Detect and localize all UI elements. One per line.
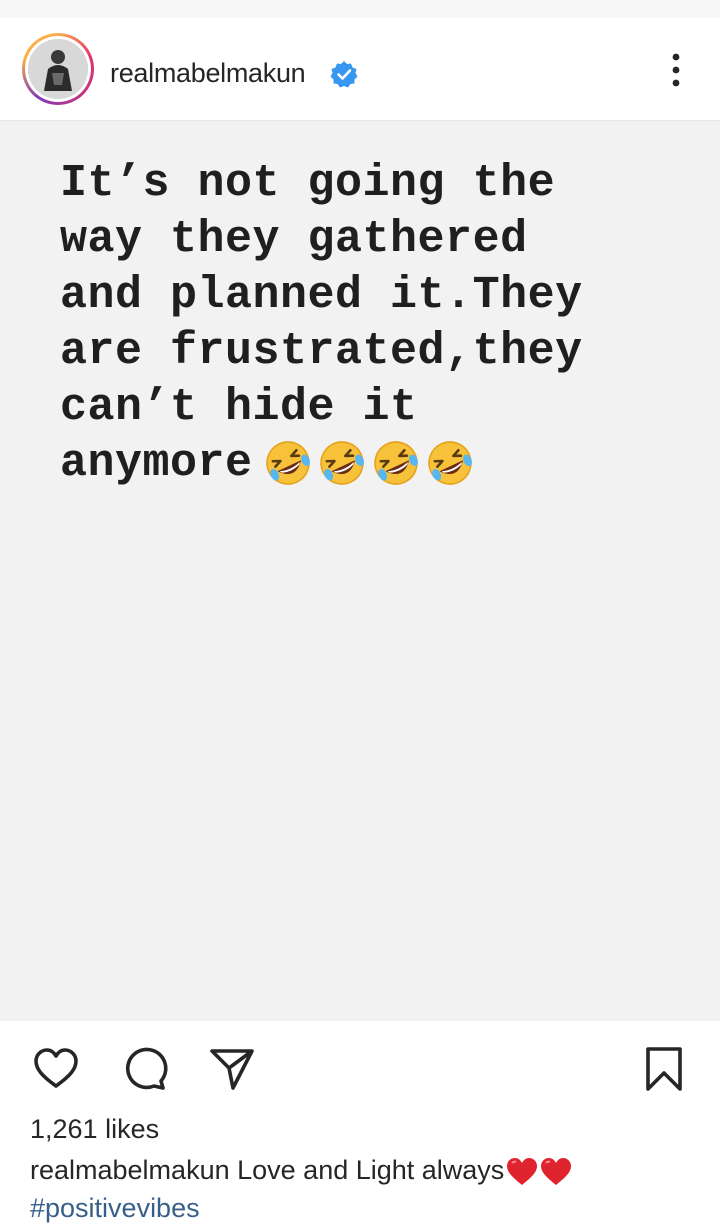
post-header: realmabelmakun xyxy=(0,18,720,121)
comment-icon[interactable] xyxy=(120,1045,168,1093)
laughing-emoji-icon xyxy=(319,441,364,485)
share-icon[interactable] xyxy=(208,1045,256,1093)
caption-text: Love and Light always xyxy=(237,1155,505,1185)
caption-username[interactable]: realmabelmakun xyxy=(30,1155,230,1185)
bookmark-icon[interactable] xyxy=(640,1045,688,1093)
hashtag-link[interactable]: #positivevibes xyxy=(30,1190,200,1226)
red-heart-emoji-icon xyxy=(507,1157,538,1185)
action-bar xyxy=(0,1021,720,1111)
post-text-line: can’t hide it xyxy=(60,382,418,433)
laughing-emoji-icon xyxy=(427,441,472,485)
caption: realmabelmakun Love and Light always xyxy=(30,1152,700,1188)
avatar[interactable] xyxy=(22,33,94,105)
post-text-line: are frustrated,they xyxy=(60,326,583,377)
laughing-emoji-icon xyxy=(265,441,310,485)
heart-icon[interactable] xyxy=(32,1045,80,1093)
post-text-line: and planned it.They xyxy=(60,270,583,321)
red-heart-emoji-icon xyxy=(541,1157,572,1185)
like-count[interactable]: 1,261 likes xyxy=(30,1112,159,1146)
laughing-emoji-icon xyxy=(373,441,418,485)
username[interactable]: realmabelmakun xyxy=(110,56,306,90)
more-vertical-icon[interactable] xyxy=(662,50,690,90)
post-text-line: It’s not going the xyxy=(60,158,556,209)
verified-badge-icon xyxy=(330,61,358,88)
post-text: It’s not going the way they gathered and… xyxy=(60,156,680,492)
laughing-emoji-row xyxy=(263,438,475,488)
status-strip xyxy=(0,0,720,18)
post-text-line: way they gathered xyxy=(60,214,528,265)
post-text-line: anymore xyxy=(60,438,253,489)
